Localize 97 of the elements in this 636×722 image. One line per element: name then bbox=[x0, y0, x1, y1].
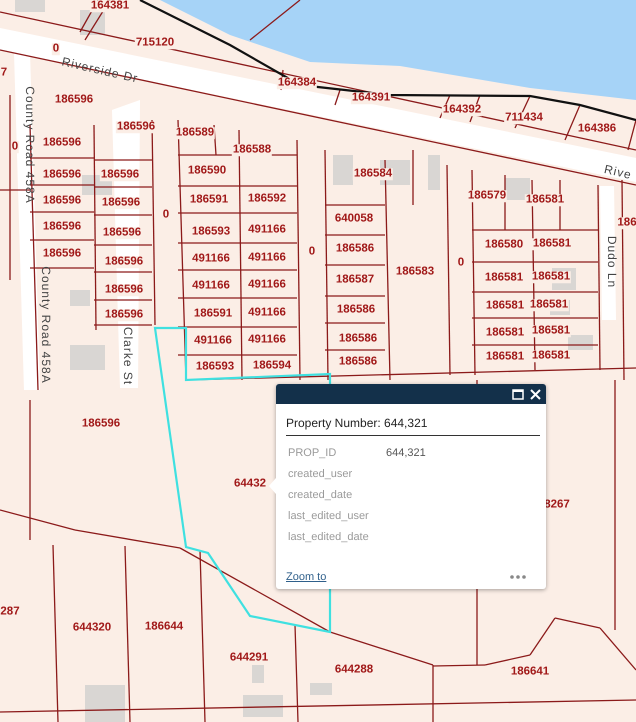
parcel-number: 186581 bbox=[530, 271, 572, 283]
road-name: County Road 458A bbox=[24, 86, 36, 204]
parcel-number: 186579 bbox=[466, 190, 508, 202]
parcel-number: 0 bbox=[52, 43, 60, 55]
field-name: created_user bbox=[288, 468, 354, 480]
parcel-number: 186596 bbox=[42, 248, 82, 260]
parcel-number: 186591 bbox=[188, 194, 230, 206]
popup-title: Property Number: 644,321 bbox=[286, 416, 428, 432]
parcel-number: 186596 bbox=[42, 169, 82, 181]
parcel-number: 186596 bbox=[42, 221, 82, 233]
parcel-number: 186586 bbox=[334, 243, 376, 255]
parcel-number: 186580 bbox=[484, 239, 524, 251]
parcel-number: 186592 bbox=[246, 193, 288, 205]
parcel-number: 186581 bbox=[532, 238, 572, 250]
parcel-number: 186581 bbox=[530, 325, 572, 337]
parcel-number: 164381 bbox=[90, 0, 130, 12]
building bbox=[310, 683, 332, 695]
building bbox=[243, 695, 283, 717]
parcel-number: 711434 bbox=[504, 112, 544, 124]
parcel-number: 186581 bbox=[484, 300, 526, 312]
field-name: PROP_ID bbox=[288, 446, 338, 458]
parcel-number: 186590 bbox=[186, 165, 228, 177]
parcel-number: 186586 bbox=[338, 333, 378, 345]
parcel-number: 186596 bbox=[104, 309, 144, 321]
building bbox=[70, 345, 105, 370]
maximize-icon[interactable] bbox=[512, 388, 524, 400]
parcel-number: 186581 bbox=[524, 194, 566, 206]
field-value: 644,321 bbox=[386, 446, 426, 458]
field-name: last_edited_date bbox=[288, 530, 370, 542]
parcel-number: 186596 bbox=[104, 284, 144, 296]
parcel-number: 491166 bbox=[247, 224, 287, 236]
parcel-number: 186596 bbox=[42, 195, 82, 207]
parcel-number: 186594 bbox=[252, 360, 292, 372]
building bbox=[85, 685, 125, 722]
road-name: Dudo Ln bbox=[606, 236, 618, 288]
zoom-to-link[interactable]: Zoom to bbox=[286, 571, 326, 583]
parcel-number: 186589 bbox=[174, 127, 216, 139]
parcel-number: 186596 bbox=[102, 227, 142, 239]
parcel-number: 640058 bbox=[334, 213, 374, 225]
parcel-number: 186596 bbox=[80, 418, 122, 430]
parcel-number: 186581 bbox=[530, 350, 572, 362]
building bbox=[15, 0, 45, 12]
parcel-number: 491166 bbox=[247, 252, 287, 264]
parcel-number: 186596 bbox=[54, 94, 94, 106]
parcel-number: 186596 bbox=[104, 256, 144, 268]
parcel-number: 186588 bbox=[232, 144, 272, 156]
parcel-number: 644291 bbox=[228, 652, 270, 664]
parcel-number: 186586 bbox=[336, 304, 376, 316]
road-name: Clarke St bbox=[122, 326, 134, 386]
parcel-number: 491166 bbox=[247, 279, 287, 291]
parcel-number: 491166 bbox=[247, 307, 287, 319]
parcel-number: 164392 bbox=[442, 104, 482, 116]
parcel-number: 186593 bbox=[190, 226, 232, 238]
building bbox=[333, 155, 353, 185]
field-name: created_date bbox=[288, 488, 354, 500]
parcel-number: 186586 bbox=[338, 356, 378, 368]
parcel-number: 186587 bbox=[334, 274, 376, 286]
parcel-number: 186583 bbox=[394, 266, 436, 278]
close-icon[interactable] bbox=[530, 388, 541, 400]
parcel-number: 0 bbox=[456, 257, 466, 269]
parcel-number: 491166 bbox=[191, 253, 231, 265]
parcel-number: 186581 bbox=[484, 351, 526, 363]
more-icon[interactable] bbox=[510, 575, 526, 579]
parcel-number: 164386 bbox=[576, 123, 618, 135]
building bbox=[428, 155, 440, 190]
road-name: Rive bbox=[603, 163, 633, 181]
parcel-number: 186593 bbox=[194, 361, 236, 373]
parcel-number: 644320 bbox=[72, 622, 112, 634]
building bbox=[568, 335, 593, 350]
parcel-number: 186584 bbox=[352, 168, 394, 180]
parcel-number: 186591 bbox=[192, 308, 234, 320]
parcel-number: 164391 bbox=[350, 92, 392, 104]
parcel-number: 491166 bbox=[193, 335, 233, 347]
parcel-number: 644288 bbox=[334, 664, 374, 676]
field-name: last_edited_user bbox=[288, 510, 370, 522]
building bbox=[70, 290, 90, 306]
parcel-number: 0 bbox=[162, 209, 170, 221]
road-name: County Road 458A bbox=[40, 266, 52, 384]
parcel-number: 186596 bbox=[100, 197, 142, 209]
parcel-number: 715120 bbox=[134, 37, 176, 49]
parcel-number: 186581 bbox=[484, 327, 526, 339]
parcel-number: 186641 bbox=[510, 666, 550, 678]
parcel-number: 186 bbox=[616, 217, 636, 229]
parcel-number: 186581 bbox=[484, 272, 524, 284]
parcel-number: 287 bbox=[0, 606, 21, 618]
parcel-number: 491166 bbox=[247, 334, 287, 346]
parcel-number: 491166 bbox=[191, 280, 231, 292]
parcel-number: 0 bbox=[10, 141, 20, 153]
parcel-number: 164384 bbox=[276, 77, 318, 89]
parcel-number: 186596 bbox=[116, 121, 156, 133]
parcel-number: 186596 bbox=[100, 169, 140, 181]
parcel-number: 186581 bbox=[528, 299, 570, 311]
parcel-number: 0 bbox=[308, 246, 316, 258]
building bbox=[252, 665, 264, 683]
parcel-number: 186644 bbox=[144, 621, 184, 633]
parcel-number: 186596 bbox=[42, 137, 82, 149]
parcel-number: 64432 bbox=[233, 478, 267, 490]
